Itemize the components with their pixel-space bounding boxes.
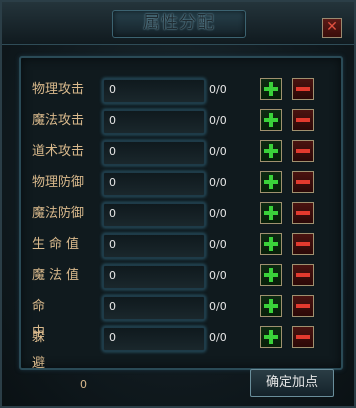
attribute-label: 物理防御 bbox=[32, 175, 85, 190]
add-point-button[interactable] bbox=[260, 140, 282, 162]
attribute-allocation-window: 属性分配 ✕ 物理攻击 0 0/0 魔法攻击 0 0/0 道术攻击 0 0/0 物理防御 0 0/0 魔… bbox=[0, 0, 356, 408]
attribute-row: 物理防御 0 0/0 bbox=[2, 170, 356, 197]
attribute-row: 躲避 0 0/0 bbox=[2, 325, 356, 371]
remove-point-button[interactable] bbox=[292, 140, 314, 162]
attribute-row: 命中 0 0/0 bbox=[2, 294, 356, 340]
minus-icon bbox=[296, 149, 310, 153]
close-button[interactable]: ✕ bbox=[322, 18, 342, 38]
attribute-ratio: 0/0 bbox=[209, 83, 227, 96]
attribute-value: 0 bbox=[109, 238, 116, 251]
attribute-row: 生命值 0 0/0 bbox=[2, 232, 356, 259]
attribute-row: 魔法防御 0 0/0 bbox=[2, 201, 356, 228]
attribute-ratio: 0/0 bbox=[209, 114, 227, 127]
confirm-points-button[interactable]: 确定加点 bbox=[250, 369, 334, 397]
plus-icon bbox=[264, 113, 278, 127]
minus-icon bbox=[296, 335, 310, 339]
remove-point-button[interactable] bbox=[292, 109, 314, 131]
plus-icon bbox=[264, 268, 278, 282]
attribute-label: 魔法值 bbox=[32, 268, 84, 283]
attribute-value-field[interactable] bbox=[102, 233, 206, 259]
minus-icon bbox=[296, 273, 310, 277]
attribute-label: 命中 bbox=[32, 299, 68, 340]
attribute-label: 魔法攻击 bbox=[32, 113, 85, 128]
minus-icon bbox=[296, 242, 310, 246]
attribute-ratio: 0/0 bbox=[209, 300, 227, 313]
available-points: 0 bbox=[80, 378, 87, 391]
minus-icon bbox=[296, 180, 310, 184]
attribute-row: 物理攻击 0 0/0 bbox=[2, 77, 356, 104]
remove-point-button[interactable] bbox=[292, 202, 314, 224]
plus-icon bbox=[264, 82, 278, 96]
minus-icon bbox=[296, 87, 310, 91]
attribute-value-field[interactable] bbox=[102, 109, 206, 135]
attribute-value: 0 bbox=[109, 207, 116, 220]
add-point-button[interactable] bbox=[260, 233, 282, 255]
attribute-row: 魔法攻击 0 0/0 bbox=[2, 108, 356, 135]
attribute-value-field[interactable] bbox=[102, 140, 206, 166]
add-point-button[interactable] bbox=[260, 295, 282, 317]
plus-icon bbox=[264, 206, 278, 220]
remove-point-button[interactable] bbox=[292, 295, 314, 317]
plus-icon bbox=[264, 299, 278, 313]
minus-icon bbox=[296, 118, 310, 122]
close-icon: ✕ bbox=[326, 19, 338, 35]
attribute-value-field[interactable] bbox=[102, 78, 206, 104]
add-point-button[interactable] bbox=[260, 326, 282, 348]
minus-icon bbox=[296, 304, 310, 308]
attribute-value: 0 bbox=[109, 269, 116, 282]
plus-icon bbox=[264, 330, 278, 344]
attribute-value: 0 bbox=[109, 176, 116, 189]
attribute-label: 道术攻击 bbox=[32, 144, 85, 159]
attribute-ratio: 0/0 bbox=[209, 238, 227, 251]
remove-point-button[interactable] bbox=[292, 171, 314, 193]
attribute-value-field[interactable] bbox=[102, 326, 206, 352]
attribute-value: 0 bbox=[109, 145, 116, 158]
attribute-value-field[interactable] bbox=[102, 202, 206, 228]
attribute-value-field[interactable] bbox=[102, 295, 206, 321]
attribute-value-field[interactable] bbox=[102, 264, 206, 290]
add-point-button[interactable] bbox=[260, 78, 282, 100]
minus-icon bbox=[296, 211, 310, 215]
attribute-label: 物理攻击 bbox=[32, 82, 85, 97]
attribute-label: 生命值 bbox=[32, 237, 84, 252]
attribute-label: 躲避 bbox=[32, 330, 68, 371]
attribute-value: 0 bbox=[109, 300, 116, 313]
plus-icon bbox=[264, 237, 278, 251]
attribute-ratio: 0/0 bbox=[209, 145, 227, 158]
plus-icon bbox=[264, 175, 278, 189]
remove-point-button[interactable] bbox=[292, 264, 314, 286]
attribute-value: 0 bbox=[109, 83, 116, 96]
plus-icon bbox=[264, 144, 278, 158]
attribute-ratio: 0/0 bbox=[209, 331, 227, 344]
attribute-value: 0 bbox=[109, 114, 116, 127]
remove-point-button[interactable] bbox=[292, 78, 314, 100]
add-point-button[interactable] bbox=[260, 202, 282, 224]
remove-point-button[interactable] bbox=[292, 326, 314, 348]
attribute-row: 魔法值 0 0/0 bbox=[2, 263, 356, 290]
attribute-label: 魔法防御 bbox=[32, 206, 85, 221]
remove-point-button[interactable] bbox=[292, 233, 314, 255]
attribute-row: 道术攻击 0 0/0 bbox=[2, 139, 356, 166]
add-point-button[interactable] bbox=[260, 264, 282, 286]
attribute-value: 0 bbox=[109, 331, 116, 344]
window-title: 属性分配 bbox=[143, 13, 215, 33]
attribute-ratio: 0/0 bbox=[209, 207, 227, 220]
add-point-button[interactable] bbox=[260, 171, 282, 193]
attribute-ratio: 0/0 bbox=[209, 176, 227, 189]
add-point-button[interactable] bbox=[260, 109, 282, 131]
attribute-value-field[interactable] bbox=[102, 171, 206, 197]
attribute-ratio: 0/0 bbox=[209, 269, 227, 282]
